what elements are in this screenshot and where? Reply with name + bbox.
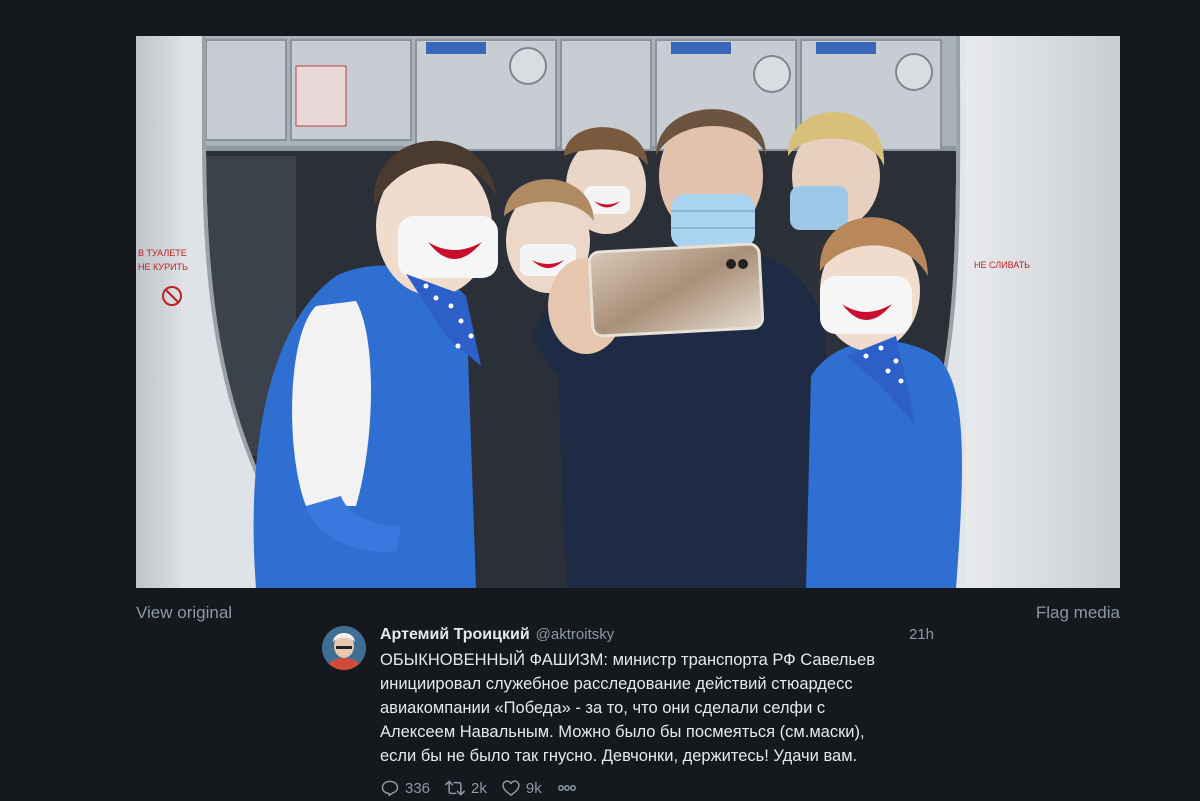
reply-icon xyxy=(381,780,399,797)
right-wall-sign-text: НЕ СЛИВАТЬ xyxy=(974,260,1030,270)
no-smoking-sign-text: НЕ КУРИТЬ xyxy=(138,262,188,272)
user-handle[interactable]: @aktroitsky xyxy=(536,624,615,646)
reply-button[interactable]: 336 xyxy=(380,778,430,798)
tweet-actions: 336 2k 9k xyxy=(380,776,940,800)
tweet-header: Артемий Троицкий @aktroitsky 21h xyxy=(380,624,940,648)
tweet-body: Артемий Троицкий @aktroitsky 21h ОБЫКНОВ… xyxy=(380,624,940,800)
like-count: 9k xyxy=(525,779,542,797)
display-name[interactable]: Артемий Троицкий xyxy=(380,624,530,646)
heart-icon xyxy=(502,780,520,796)
flag-media-link[interactable]: Flag media xyxy=(1036,603,1120,623)
reply-count: 336 xyxy=(405,779,431,797)
tweet-text: ОБЫКНОВЕННЫЙ ФАШИЗМ: министр транспорта … xyxy=(380,651,875,765)
avatar[interactable] xyxy=(322,626,366,670)
like-button[interactable]: 9k xyxy=(501,778,542,798)
avatar-image xyxy=(322,626,366,670)
tweet-photo[interactable]: В ТУАЛЕТЕ НЕ КУРИТЬ НЕ СЛИВАТЬ xyxy=(136,36,1120,588)
retweet-button[interactable]: 2k xyxy=(444,778,487,798)
toilet-sign-text: В ТУАЛЕТЕ xyxy=(138,248,187,258)
view-original-link[interactable]: View original xyxy=(136,603,232,623)
media-viewer: В ТУАЛЕТЕ НЕ КУРИТЬ НЕ СЛИВАТЬ View orig… xyxy=(0,0,1200,801)
more-button[interactable] xyxy=(556,778,578,798)
retweet-count: 2k xyxy=(471,779,487,797)
tweet-timestamp[interactable]: 21h xyxy=(909,624,934,646)
tweet: Артемий Троицкий @aktroitsky 21h ОБЫКНОВ… xyxy=(322,624,942,797)
more-dots-icon xyxy=(557,785,576,791)
photo-illustration: В ТУАЛЕТЕ НЕ КУРИТЬ НЕ СЛИВАТЬ xyxy=(136,36,1120,588)
retweet-icon xyxy=(445,780,465,796)
